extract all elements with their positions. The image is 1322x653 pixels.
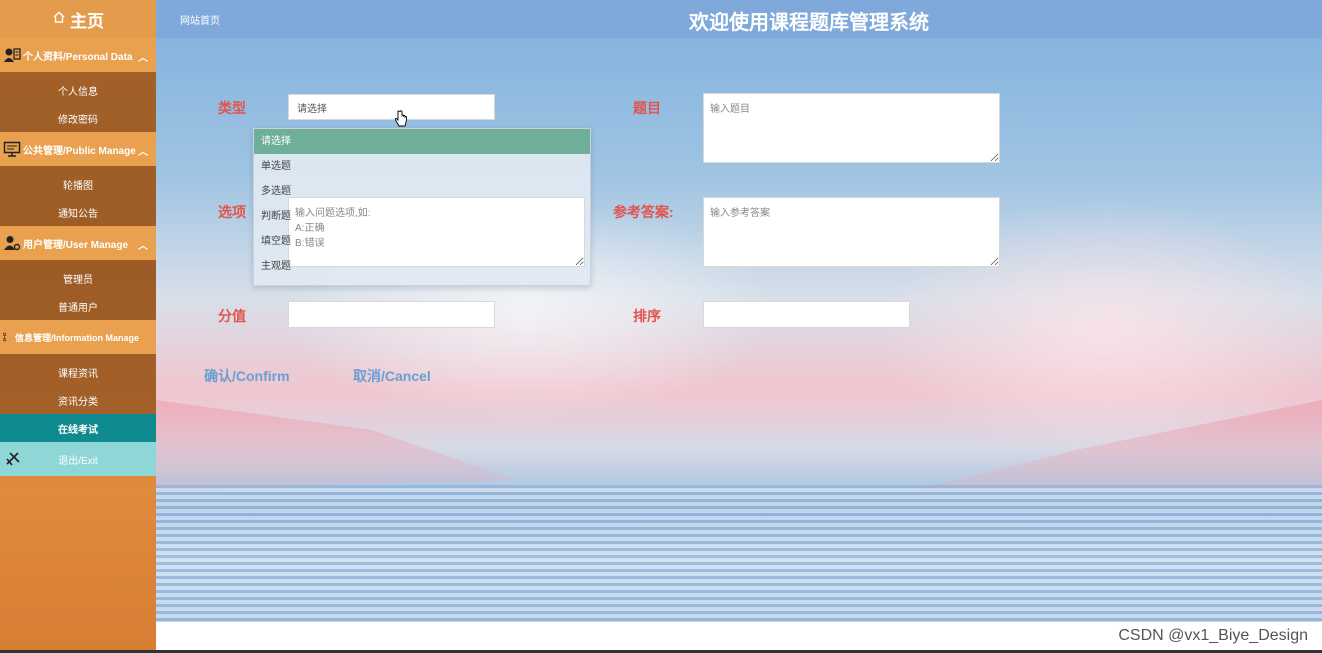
dropdown-option-fill-blank[interactable]: 填空题	[254, 229, 590, 254]
sidebar-item-profile[interactable]: 个人信息	[0, 72, 156, 104]
order-label: 排序	[633, 308, 661, 324]
sidebar-item-notice[interactable]: 通知公告	[0, 198, 156, 226]
sidebar-group-label: 公共管理/Public Manage	[23, 145, 136, 157]
background-water	[156, 485, 1322, 622]
dropdown-option-multiple-choice[interactable]: 多选题	[254, 179, 590, 204]
monitor-icon	[3, 141, 21, 157]
sidebar-item-online-exam[interactable]: 在线考试	[0, 414, 156, 442]
dropdown-option-please-select[interactable]: 请选择	[254, 129, 590, 154]
dropdown-option-single-choice[interactable]: 单选题	[254, 154, 590, 179]
home-label: 主页	[70, 11, 104, 31]
sidebar-group-label: 个人资料/Personal Data	[23, 51, 133, 63]
sidebar-item-carousel[interactable]: 轮播图	[0, 166, 156, 198]
home-icon	[52, 9, 66, 29]
type-select[interactable]: 请选择	[288, 94, 495, 120]
question-label: 题目	[633, 100, 661, 116]
watermark-text: CSDN @vx1_Biye_Design	[1118, 627, 1308, 644]
score-label: 分值	[218, 308, 246, 324]
user-card-icon	[4, 48, 21, 62]
sidebar-item-admin[interactable]: 管理员	[0, 260, 156, 292]
order-input[interactable]	[703, 301, 910, 328]
hand-cursor-icon	[394, 110, 407, 127]
sidebar-item-news-category[interactable]: 资讯分类	[0, 386, 156, 414]
answer-label: 参考答案:	[613, 204, 674, 220]
question-textarea[interactable]	[703, 93, 1000, 163]
sidebar-group-information[interactable]: 信息管理/Information Manage	[0, 320, 156, 354]
main-content: 网站首页 欢迎使用课程题库管理系统 类型 请选择 题目 选项 参考答案: 分值 …	[156, 0, 1322, 622]
exit-icon	[6, 452, 20, 466]
sidebar-group-label: 信息管理/Information Manage	[15, 332, 140, 343]
cancel-button[interactable]: 取消/Cancel	[353, 366, 431, 386]
user-gear-icon	[4, 236, 21, 251]
type-dropdown-menu: 请选择 单选题 多选题 判断题 填空题 主观题	[253, 128, 591, 286]
confirm-button[interactable]: 确认/Confirm	[204, 366, 290, 386]
chevron-up-icon: ︿	[138, 241, 148, 252]
sidebar-home[interactable]: 主页	[0, 0, 156, 38]
options-label: 选项	[218, 204, 246, 220]
sidebar-item-change-password[interactable]: 修改密码	[0, 104, 156, 132]
sidebar-item-course-news[interactable]: 课程资讯	[0, 354, 156, 386]
sidebar-group-user[interactable]: 用户管理/User Manage ︿	[0, 226, 156, 260]
sidebar-group-personal[interactable]: 个人资料/Personal Data ︿	[0, 38, 156, 72]
chevron-up-icon: ︿	[138, 147, 148, 158]
sidebar: 主页 个人资料/Personal Data ︿ 个人信息 修改密码 公共管理/P…	[0, 0, 156, 653]
answer-textarea[interactable]	[703, 197, 1000, 267]
sidebar-group-label: 用户管理/User Manage	[23, 239, 129, 251]
top-bar: 网站首页 欢迎使用课程题库管理系统	[156, 0, 1322, 38]
type-select-value: 请选择	[297, 103, 327, 115]
exit-label: 退出/Exit	[58, 455, 98, 467]
breadcrumb-home-link[interactable]: 网站首页	[180, 12, 220, 27]
score-input[interactable]	[288, 301, 495, 328]
sitemap-icon	[3, 332, 7, 342]
sidebar-group-public[interactable]: 公共管理/Public Manage ︿	[0, 132, 156, 166]
sidebar-item-users[interactable]: 普通用户	[0, 292, 156, 320]
type-label: 类型	[218, 100, 246, 116]
dropdown-option-true-false[interactable]: 判断题	[254, 204, 590, 229]
chevron-up-icon: ︿	[138, 53, 148, 64]
page-title: 欢迎使用课程题库管理系统	[689, 12, 929, 34]
exit-button[interactable]: 退出/Exit	[0, 442, 156, 476]
dropdown-option-subjective[interactable]: 主观题	[254, 254, 590, 279]
